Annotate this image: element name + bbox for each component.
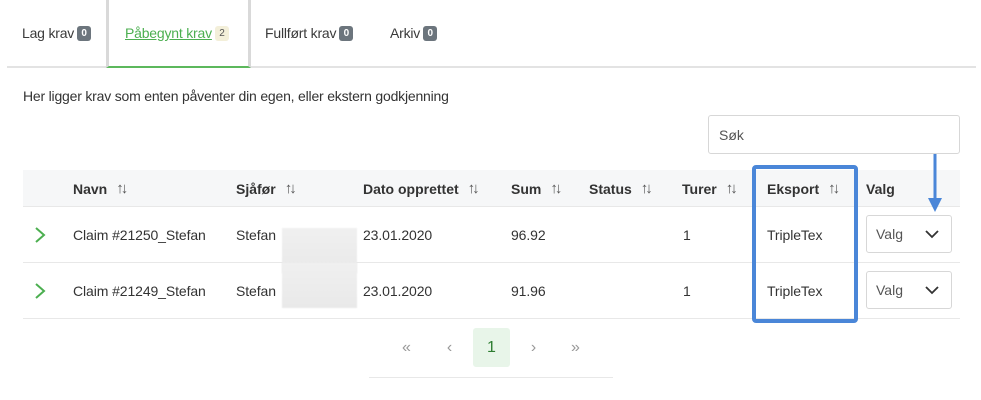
header-label: Sum [511, 180, 542, 197]
tab-bar: Lag krav 0 Påbegynt krav 2 Fullført krav… [7, 0, 976, 68]
tab-pabegynt-krav[interactable]: Påbegynt krav 2 [106, 0, 251, 68]
cell-sum: 96.92 [511, 227, 546, 243]
tab-arkiv[interactable]: Arkiv 0 [390, 0, 438, 66]
page-description: Her ligger krav som enten påventer din e… [23, 88, 449, 104]
header-label: Turer [682, 180, 717, 197]
column-header-date[interactable]: Dato opprettet ↑↓ [363, 170, 480, 207]
sort-arrows-icon[interactable]: ↑↓ [726, 180, 738, 197]
cell-trips: 1 [683, 283, 691, 299]
cell-driver: Stefan [236, 227, 276, 243]
chevron-down-icon [925, 230, 939, 239]
tab-label: Fullført krav [265, 25, 337, 41]
arrow-down-icon [928, 154, 942, 212]
header-label: Sjåfør [236, 180, 276, 197]
redacted-area [282, 263, 357, 308]
header-label: Navn [73, 180, 108, 197]
chevron-right-icon[interactable] [33, 225, 47, 245]
header-label: Status [589, 180, 632, 197]
select-value: Valg [876, 282, 903, 298]
chevron-down-icon [925, 286, 939, 295]
cell-date: 23.01.2020 [363, 283, 433, 299]
sort-arrows-icon[interactable]: ↑↓ [285, 180, 297, 197]
tab-label: Lag krav [22, 25, 75, 41]
options-select[interactable]: Valg [866, 271, 952, 309]
count-badge: 2 [214, 25, 229, 41]
column-header-driver[interactable]: Sjåfør ↑↓ [236, 170, 297, 207]
cell-name: Claim #21249_Stefan [73, 283, 206, 299]
chevron-right-icon[interactable] [33, 281, 47, 301]
cell-driver: Stefan [236, 283, 276, 299]
tab-label: Påbegynt krav [125, 25, 212, 41]
tab-label: Arkiv [390, 25, 421, 41]
sort-arrows-icon[interactable]: ↑↓ [468, 180, 480, 197]
header-label: Dato opprettet [363, 180, 459, 197]
pagination: « ‹ 1 › » [369, 328, 613, 378]
options-select[interactable]: Valg [866, 215, 952, 253]
tab-fullfort-krav[interactable]: Fullført krav 0 [265, 0, 354, 66]
search-input[interactable] [708, 115, 960, 154]
column-header-name[interactable]: Navn ↑↓ [73, 170, 128, 207]
page-1-button[interactable]: 1 [473, 328, 510, 367]
select-value: Valg [876, 226, 903, 242]
prev-page-button[interactable]: ‹ [431, 328, 468, 367]
cell-date: 23.01.2020 [363, 227, 433, 243]
sort-arrows-icon[interactable]: ↑↓ [116, 180, 128, 197]
cell-name: Claim #21250_Stefan [73, 227, 206, 243]
first-page-button[interactable]: « [388, 328, 425, 367]
column-header-sum[interactable]: Sum ↑↓ [511, 170, 562, 207]
cell-trips: 1 [683, 227, 691, 243]
count-badge: 0 [339, 25, 354, 41]
cell-sum: 91.96 [511, 283, 546, 299]
export-column-highlight [752, 165, 858, 323]
tab-lag-krav[interactable]: Lag krav 0 [22, 0, 92, 66]
count-badge: 0 [423, 25, 438, 41]
last-page-button[interactable]: » [557, 328, 594, 367]
next-page-button[interactable]: › [515, 328, 552, 367]
column-header-options: Valg [866, 170, 895, 207]
column-header-status[interactable]: Status ↑↓ [589, 170, 653, 207]
count-badge: 0 [77, 25, 92, 41]
sort-arrows-icon[interactable]: ↑↓ [550, 180, 562, 197]
header-label: Valg [866, 180, 895, 197]
column-header-trips[interactable]: Turer ↑↓ [682, 170, 738, 207]
sort-arrows-icon[interactable]: ↑↓ [641, 180, 653, 197]
